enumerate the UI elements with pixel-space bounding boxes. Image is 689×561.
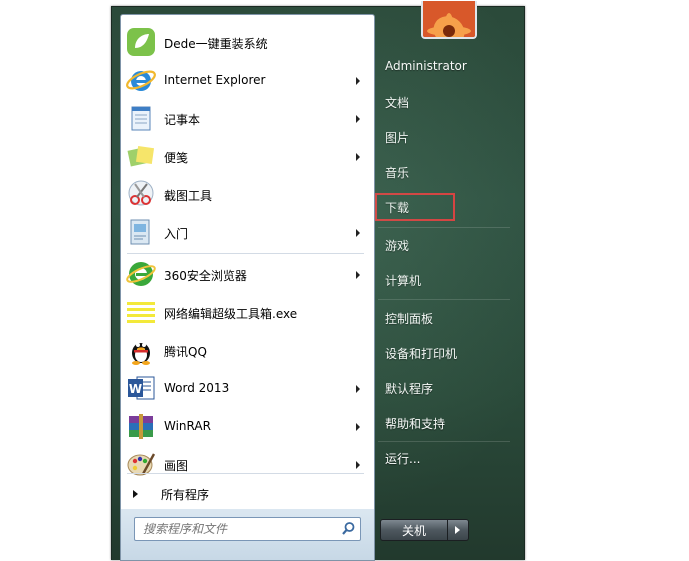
paint-icon — [127, 453, 156, 476]
program-label: 便笺 — [164, 151, 189, 165]
program-label: 画图 — [164, 459, 189, 473]
getting-started-icon — [130, 219, 150, 245]
submenu-arrow-icon[interactable] — [356, 229, 360, 237]
program-label: 网络编辑超级工具箱.exe — [164, 307, 298, 321]
sticky-notes-icon — [127, 145, 155, 167]
program-item-dede[interactable]: Dede一键重装系统 — [121, 23, 374, 61]
program-item-sticky-notes[interactable]: 便笺 — [121, 137, 374, 175]
submenu-arrow-icon[interactable] — [356, 385, 360, 393]
search-input[interactable] — [141, 519, 335, 539]
user-picture[interactable] — [421, 1, 477, 39]
submenu-arrow-icon[interactable] — [356, 115, 360, 123]
computer-link[interactable]: 计算机 — [385, 272, 421, 289]
program-label: 360安全浏览器 — [164, 269, 247, 283]
program-label: Internet Explorer — [164, 73, 266, 87]
expand-arrow-icon — [133, 490, 138, 498]
divider — [378, 227, 510, 228]
program-label: Dede一键重装系统 — [164, 37, 268, 51]
program-label: 记事本 — [164, 113, 201, 127]
program-item-snipping-tool[interactable]: 截图工具 — [121, 175, 374, 213]
program-item-notepad[interactable]: 记事本 — [121, 99, 374, 137]
devices-and-printers-link[interactable]: 设备和打印机 — [385, 345, 457, 362]
divider — [378, 299, 510, 300]
games-link[interactable]: 游戏 — [385, 237, 409, 254]
internet-explorer-icon — [126, 70, 156, 91]
program-item-getting-started[interactable]: 入门 — [121, 213, 374, 251]
help-and-support-link[interactable]: 帮助和支持 — [385, 415, 445, 432]
search-box[interactable] — [134, 517, 361, 541]
program-item-internet-explorer[interactable]: Internet Explorer — [121, 61, 374, 99]
user-name[interactable]: Administrator — [385, 59, 467, 73]
word-icon: W — [128, 376, 155, 400]
submenu-arrow-icon[interactable] — [356, 423, 360, 431]
divider — [127, 253, 364, 254]
control-panel-link[interactable]: 控制面板 — [385, 310, 433, 327]
programs-pane: Dede一键重装系统 Internet Explorer 记事本 便笺 截图工具… — [120, 14, 375, 480]
submenu-arrow-icon[interactable] — [356, 77, 360, 85]
music-link[interactable]: 音乐 — [385, 164, 409, 181]
divider — [378, 441, 510, 442]
search-icon[interactable] — [341, 521, 356, 536]
svg-text:W: W — [129, 382, 142, 396]
shutdown-options-arrow-icon[interactable] — [448, 519, 469, 541]
all-programs-label: 所有程序 — [161, 488, 210, 502]
winrar-icon — [129, 414, 153, 439]
program-label: 入门 — [164, 227, 189, 241]
submenu-arrow-icon[interactable] — [356, 271, 360, 279]
dede-app-icon — [127, 28, 155, 56]
program-item-winrar[interactable]: WinRAR — [121, 407, 374, 445]
search-band — [120, 509, 375, 561]
default-programs-link[interactable]: 默认程序 — [385, 380, 433, 397]
program-item-paint[interactable]: 画图 — [121, 445, 374, 483]
program-item-360-browser[interactable]: 360安全浏览器 — [121, 255, 374, 293]
all-programs-button[interactable]: 所有程序 — [120, 479, 375, 509]
program-label: 腾讯QQ — [164, 345, 207, 359]
start-menu: Dede一键重装系统 Internet Explorer 记事本 便笺 截图工具… — [111, 1, 525, 561]
program-item-word[interactable]: W Word 2013 — [121, 369, 374, 407]
submenu-arrow-icon[interactable] — [356, 461, 360, 469]
flower-icon — [423, 1, 475, 37]
notepad-icon — [131, 106, 151, 131]
qq-penguin-icon — [132, 343, 150, 365]
shutdown-button[interactable]: 关机 — [380, 519, 448, 541]
run-link[interactable]: 运行... — [385, 450, 420, 467]
exe-app-icon — [127, 302, 155, 323]
program-item-qq[interactable]: 腾讯QQ — [121, 331, 374, 369]
program-label: 截图工具 — [164, 189, 213, 203]
snipping-tool-icon — [128, 180, 154, 206]
program-label: WinRAR — [164, 419, 211, 433]
program-item-exe-tool[interactable]: 网络编辑超级工具箱.exe — [121, 293, 374, 331]
pictures-link[interactable]: 图片 — [385, 129, 409, 146]
divider — [127, 473, 364, 474]
360-browser-icon — [126, 262, 156, 286]
documents-link[interactable]: 文档 — [385, 94, 409, 111]
downloads-link[interactable]: 下载 — [385, 199, 409, 216]
submenu-arrow-icon[interactable] — [356, 153, 360, 161]
program-label: Word 2013 — [164, 381, 230, 395]
